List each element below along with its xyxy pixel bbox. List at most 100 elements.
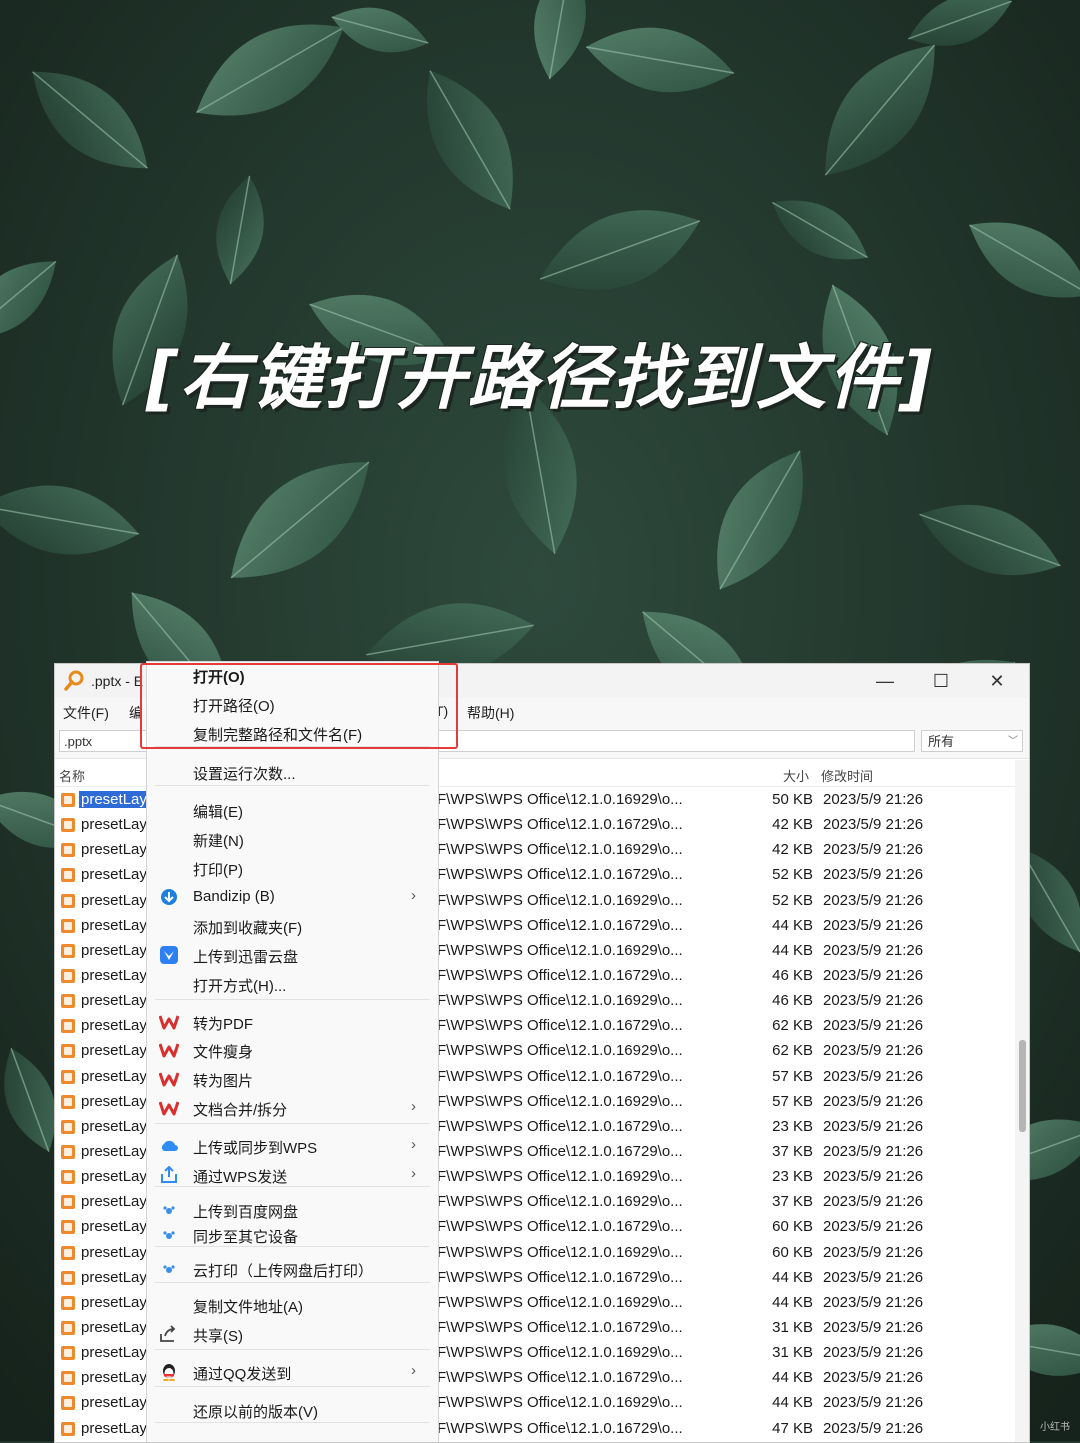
menu-item-label: 设置运行次数... xyxy=(193,766,296,783)
wps-icon xyxy=(159,1043,179,1058)
menu-item-label: 上传到迅雷云盘 xyxy=(193,949,299,966)
file-date: 2023/5/9 21:26 xyxy=(823,791,924,808)
file-path: F\WPS\WPS Office\12.1.0.16729\o... xyxy=(437,1117,683,1135)
file-size: 31 KB xyxy=(772,1344,813,1362)
window-title: .pptx - E xyxy=(91,673,144,689)
file-size: 62 KB xyxy=(772,1042,813,1060)
file-date: 2023/5/9 21:26 xyxy=(823,1193,924,1211)
context-menu-item[interactable]: 转为图片 xyxy=(147,1066,438,1092)
column-name[interactable]: 名称 xyxy=(59,766,85,785)
file-name: presetLay xyxy=(81,816,147,834)
file-date: 2023/5/9 21:26 xyxy=(823,1067,924,1085)
context-menu-item[interactable]: 新建(N) xyxy=(147,826,438,852)
pptx-file-icon xyxy=(61,793,75,807)
menu-help[interactable]: 帮助(H) xyxy=(467,703,514,723)
file-size: 52 KB xyxy=(772,891,813,909)
context-menu-item[interactable]: 通过QQ发送到 › xyxy=(147,1359,438,1385)
file-path: F\WPS\WPS Office\12.1.0.16729\o... xyxy=(437,1268,683,1286)
menu-item-label: 同步至其它设备 xyxy=(193,1229,299,1246)
pptx-file-icon xyxy=(61,868,75,883)
file-size: 60 KB xyxy=(772,1218,813,1236)
context-menu-item[interactable]: 文档合并/拆分 › xyxy=(147,1095,438,1121)
context-menu-item[interactable]: 通过WPS发送 › xyxy=(147,1162,438,1188)
menu-item-label: 转为PDF xyxy=(193,1016,254,1033)
file-path: F\WPS\WPS Office\12.1.0.16929\o... xyxy=(437,1168,683,1186)
file-path: F\WPS\WPS Office\12.1.0.16929\o... xyxy=(437,1293,683,1311)
qq-icon xyxy=(163,1364,175,1381)
menu-file[interactable]: 文件(F) xyxy=(63,703,109,723)
file-name: presetLay xyxy=(81,966,147,984)
file-name: presetLay xyxy=(81,941,147,959)
file-date: 2023/5/9 21:26 xyxy=(823,1017,924,1035)
minimize-button[interactable]: — xyxy=(859,664,911,698)
file-name: presetLay xyxy=(81,1142,147,1160)
menu-item-label: 上传或同步到WPS xyxy=(193,1140,318,1157)
context-menu-item[interactable]: 上传到迅雷云盘 xyxy=(147,942,438,968)
wps-icon xyxy=(159,1072,179,1087)
file-path: F\WPS\WPS Office\12.1.0.16929\o... xyxy=(437,1193,683,1211)
file-date: 2023/5/9 21:26 xyxy=(823,1243,924,1261)
context-menu-item[interactable]: 还原以前的版本(V) xyxy=(147,1397,438,1423)
file-size: 46 KB xyxy=(772,966,813,984)
file-date: 2023/5/9 21:26 xyxy=(823,1293,924,1311)
menu-item-label: 复制文件地址(A) xyxy=(193,1299,303,1316)
file-date: 2023/5/9 21:26 xyxy=(823,1168,924,1186)
context-menu-item[interactable]: 同步至其它设备 xyxy=(147,1222,438,1248)
context-menu-item[interactable]: 打开方式(H)... xyxy=(147,971,438,997)
pptx-file-icon xyxy=(61,1144,75,1159)
file-path: F\WPS\WPS Office\12.1.0.16729\o... xyxy=(437,1017,683,1035)
file-size: 42 KB xyxy=(772,816,813,834)
pptx-file-icon xyxy=(61,1069,75,1084)
context-menu-item[interactable]: 文件瘦身 xyxy=(147,1037,438,1063)
menu-item-label: 还原以前的版本(V) xyxy=(193,1404,318,1421)
context-menu-item[interactable]: 设置运行次数... xyxy=(147,759,438,785)
column-modified[interactable]: 修改时间 xyxy=(821,766,873,785)
xunlei-icon xyxy=(160,946,178,964)
vertical-scrollbar[interactable] xyxy=(1015,760,1029,1442)
menu-separator xyxy=(155,1123,430,1124)
file-name: presetLay xyxy=(81,1318,147,1336)
file-date: 2023/5/9 21:26 xyxy=(823,941,924,959)
column-size[interactable]: 大小 xyxy=(783,766,809,785)
context-menu-item[interactable]: 共享(S) xyxy=(147,1321,438,1347)
file-size: 52 KB xyxy=(772,866,813,884)
file-path: F\WPS\WPS Office\12.1.0.16729\o... xyxy=(437,1142,683,1160)
file-name: presetLay xyxy=(79,791,149,808)
file-name: presetLay xyxy=(81,1293,147,1311)
file-name: presetLay xyxy=(81,1042,147,1060)
context-menu-item[interactable]: 打印(P) xyxy=(147,855,438,881)
context-menu-item[interactable]: Bandizip (B) › xyxy=(147,884,438,910)
context-menu-item[interactable]: 复制文件地址(A) xyxy=(147,1292,438,1318)
file-path: F\WPS\WPS Office\12.1.0.16729\o... xyxy=(437,966,683,984)
pptx-file-icon xyxy=(61,1396,75,1411)
wps-icon xyxy=(159,1101,179,1116)
context-menu-item[interactable]: 上传或同步到WPS › xyxy=(147,1133,438,1159)
context-menu-item[interactable]: 编辑(E) xyxy=(147,797,438,823)
pptx-file-icon xyxy=(61,893,75,908)
file-size: 46 KB xyxy=(772,992,813,1010)
context-menu-item[interactable]: 上传到百度网盘 xyxy=(147,1197,438,1223)
pptx-file-icon xyxy=(61,968,75,983)
filter-select[interactable]: 所有 ﹀ xyxy=(921,730,1023,752)
file-size: 44 KB xyxy=(772,1394,813,1412)
file-size: 23 KB xyxy=(772,1168,813,1186)
context-menu-item[interactable]: 云打印（上传网盘后打印） xyxy=(147,1256,438,1282)
pptx-file-icon xyxy=(61,1371,75,1386)
file-date: 2023/5/9 21:26 xyxy=(823,966,924,984)
context-menu-item[interactable]: 添加到收藏夹(F) xyxy=(147,913,438,939)
menu-item-label: 上传到百度网盘 xyxy=(193,1204,299,1221)
pptx-file-icon xyxy=(61,818,75,833)
context-menu-item[interactable]: 转为PDF xyxy=(147,1009,438,1035)
file-date: 2023/5/9 21:26 xyxy=(823,1042,924,1060)
context-menu: 打开(O) 打开路径(O) 复制完整路径和文件名(F) 设置运行次数... 编辑(E) 新… xyxy=(146,661,439,1442)
file-path: F\WPS\WPS Office\12.1.0.16729\o... xyxy=(437,916,683,934)
scrollbar-thumb[interactable] xyxy=(1019,1040,1026,1132)
maximize-button[interactable]: ☐ xyxy=(915,664,967,698)
file-name: presetLay xyxy=(81,916,147,934)
close-button[interactable]: ✕ xyxy=(971,664,1023,698)
file-size: 42 KB xyxy=(772,841,813,859)
menu-item-label: 打印(P) xyxy=(193,862,243,879)
file-date: 2023/5/9 21:26 xyxy=(823,1344,924,1362)
file-path: F\WPS\WPS Office\12.1.0.16929\o... xyxy=(437,791,683,808)
baidu-icon xyxy=(163,1231,175,1239)
